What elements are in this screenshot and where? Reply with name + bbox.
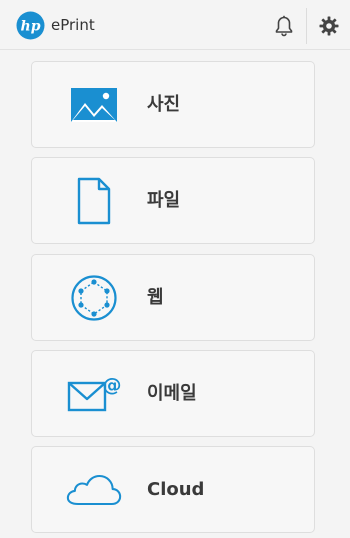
menu-item-photo[interactable]: 사진: [31, 61, 315, 148]
menu-item-label: 웹: [147, 287, 164, 308]
app-root: hp ePrint 사진 파일 웹 @ 이메일 Cloud: [0, 0, 350, 538]
menu-item-file[interactable]: 파일: [31, 157, 315, 244]
app-header: hp ePrint: [0, 0, 350, 50]
menu-item-web[interactable]: 웹: [31, 254, 315, 341]
gear-icon: [319, 16, 339, 36]
photo-icon: [66, 80, 122, 130]
svg-text:hp: hp: [21, 19, 41, 35]
file-icon: [66, 176, 122, 226]
svg-text:@: @: [103, 374, 122, 396]
app-title: ePrint: [51, 16, 95, 34]
menu-item-label: 사진: [147, 94, 181, 115]
settings-button[interactable]: [313, 10, 345, 42]
menu-item-email[interactable]: @ 이메일: [31, 350, 315, 437]
notification-button[interactable]: [268, 10, 300, 42]
header-divider: [306, 8, 307, 44]
menu-item-label: Cloud: [147, 479, 205, 500]
menu-item-label: 파일: [147, 190, 181, 211]
hp-logo-icon: hp: [16, 11, 45, 40]
web-globe-icon: [66, 273, 122, 323]
cloud-icon: [66, 465, 122, 515]
bell-icon: [275, 15, 293, 37]
menu-item-label: 이메일: [147, 383, 197, 404]
menu-item-cloud[interactable]: Cloud: [31, 446, 315, 533]
email-icon: @: [66, 369, 122, 419]
